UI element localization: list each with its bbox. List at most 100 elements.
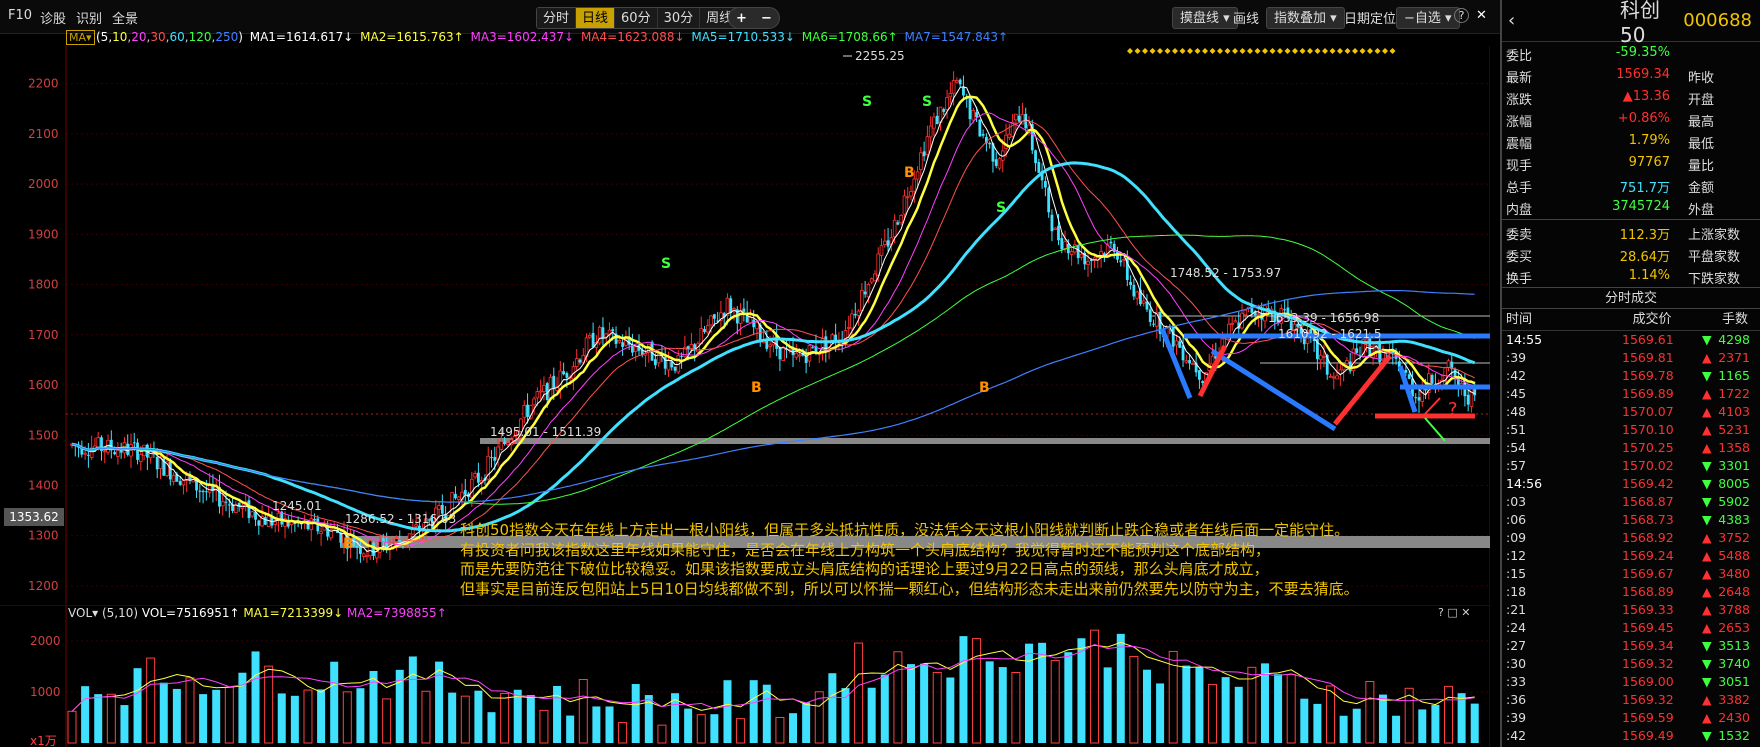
tick-row: :48 1570.07 ▲ 4103 (1502, 403, 1760, 421)
vol-ma2-value: MA2=7398855↑ (347, 606, 447, 620)
quote-row: 最新 1569.34 昨收 (1502, 64, 1760, 86)
tick-direction: ▲ (1702, 602, 1712, 617)
ma-indicator-dropdown[interactable]: MA▾ (66, 30, 95, 45)
ma3-value: MA3=1602.437↓ (470, 30, 575, 44)
draw-line-button[interactable]: 画线 (1233, 8, 1259, 27)
buy-signal-marker: B (979, 380, 990, 396)
quote-panel: ‹ 科创50 000688 委比 -59.35% 最新 1569.34 昨收 涨跌 ▲13.… (1500, 0, 1760, 747)
tick-row: :39 1569.81 ▲ 2371 (1502, 349, 1760, 367)
ma6-value: MA6=1708.66↑ (801, 30, 898, 44)
tick-direction: ▼ (1702, 458, 1712, 473)
tick-price: 1569.00 (1622, 674, 1674, 689)
tick-trades-list[interactable]: 14:55 1569.61 ▼ 4298:39 1569.81 ▲ 2371:42 1569.… (1502, 331, 1760, 745)
tick-row: :18 1568.89 ▲ 2648 (1502, 583, 1760, 601)
tick-volume: 2648 (1718, 584, 1750, 599)
period-60min-tab[interactable]: 60分 (615, 8, 658, 28)
quote-label: 涨幅 (1506, 115, 1533, 130)
tick-price: 1569.45 (1622, 620, 1674, 635)
vol-params: (5,10) (101, 606, 139, 620)
tick-direction: ▲ (1702, 566, 1712, 581)
quote-label-2: 平盘家数 (1688, 250, 1741, 265)
tick-time: :39 (1506, 350, 1527, 365)
tick-direction: ▼ (1702, 674, 1712, 689)
tick-row: :27 1569.34 ▼ 3513 (1502, 637, 1760, 655)
tick-volume: 1358 (1718, 440, 1750, 455)
tick-trades-title: 分时成交 (1502, 287, 1760, 309)
tick-time: :03 (1506, 494, 1527, 509)
price-axis-tick: 1300 (28, 529, 59, 543)
quote-label: 委买 (1506, 250, 1533, 265)
tick-direction: ▲ (1702, 440, 1712, 455)
period-30min-tab[interactable]: 30分 (657, 8, 701, 28)
buy-signal-marker: B (343, 536, 354, 552)
tick-time: :06 (1506, 512, 1527, 527)
quote-label-2: 上涨家数 (1688, 228, 1741, 243)
zoom-in-button[interactable]: + (736, 11, 747, 26)
tick-row: 14:56 1569.42 ▼ 8005 (1502, 475, 1760, 493)
security-name: 科创50 (1620, 0, 1660, 47)
tick-row: :36 1569.32 ▲ 3382 (1502, 691, 1760, 709)
tick-volume: 3382 (1718, 692, 1750, 707)
price-axis-tick: 1800 (28, 278, 59, 292)
tick-price: 1568.92 (1622, 530, 1674, 545)
tick-time: :18 (1506, 584, 1527, 599)
tick-row: :03 1568.87 ▼ 5902 (1502, 493, 1760, 511)
quote-label: 现手 (1506, 159, 1533, 174)
tick-price: 1570.02 (1622, 458, 1674, 473)
tick-volume: 5902 (1718, 494, 1750, 509)
quote-value: +0.86% (1617, 111, 1670, 126)
ma4-value: MA4=1623.088↓ (580, 30, 685, 44)
quote-value: -59.35% (1615, 45, 1670, 60)
tick-time: :09 (1506, 530, 1527, 545)
tick-row: :12 1569.24 ▲ 5488 (1502, 547, 1760, 565)
tick-time: :21 (1506, 602, 1527, 617)
f10-button[interactable]: F10 (8, 8, 32, 23)
index-overlay-dropdown[interactable]: 指数叠加 ▾ (1266, 7, 1345, 29)
tick-volume: 3513 (1718, 638, 1750, 653)
self-select-dropdown[interactable]: −自选 ▾ (1396, 7, 1460, 29)
period-intraday-tab[interactable]: 分时 (537, 8, 577, 28)
tick-direction: ▼ (1702, 494, 1712, 509)
tick-volume: 3301 (1718, 458, 1750, 473)
cursor-price-tag: 1353.62 (4, 508, 64, 526)
help-icon[interactable]: ? (1454, 8, 1469, 23)
tick-direction: ▲ (1702, 620, 1712, 635)
vol-indicator-dropdown[interactable]: VOL▾ (68, 606, 98, 620)
volume-chart[interactable]: 2000 1000 x1万 (0, 605, 1490, 747)
identify-button[interactable]: 识别 (76, 8, 102, 27)
quote-label: 委比 (1506, 49, 1533, 64)
period-daily-tab[interactable]: 日线 (576, 8, 616, 28)
tick-volume: 4103 (1718, 404, 1750, 419)
vol-unit: x1万 (30, 734, 57, 747)
quote-fields-2: 委卖 112.3万 上涨家数 委买 28.64万 平盘家数 换手 1.14% 下跌家数 (1502, 221, 1760, 287)
quote-label-2: 昨收 (1688, 71, 1715, 86)
tick-time: :54 (1506, 440, 1527, 455)
tick-volume: 5231 (1718, 422, 1750, 437)
tick-price: 1569.89 (1622, 386, 1674, 401)
tick-direction: ▲ (1702, 530, 1712, 545)
tick-direction: ▼ (1702, 368, 1712, 383)
tick-row: :06 1568.73 ▼ 4383 (1502, 511, 1760, 529)
vol-ma1-value: MA1=7213399↓ (243, 606, 344, 620)
panorama-button[interactable]: 全景 (112, 8, 138, 27)
date-locate-button[interactable]: 日期定位 (1344, 8, 1396, 27)
quote-header: ‹ 科创50 000688 (1502, 0, 1760, 47)
tick-volume: 1532 (1718, 728, 1750, 743)
diagnose-button[interactable]: 诊股 (40, 8, 66, 27)
col-volume: 手数 (1721, 312, 1748, 327)
close-icon[interactable]: ✕ (1476, 8, 1487, 23)
quote-label: 内盘 (1506, 203, 1533, 218)
ma-params: (5,10,20,30,60,120,250) (96, 30, 243, 44)
quote-value: 97767 (1628, 155, 1670, 170)
candle-type-dropdown[interactable]: 摸盘线 ▾ (1172, 7, 1238, 29)
quote-row: 涨跌 ▲13.36 开盘 (1502, 86, 1760, 108)
tick-time: :24 (1506, 620, 1527, 635)
back-arrow-icon[interactable]: ‹ (1508, 10, 1515, 31)
tick-direction: ▼ (1702, 512, 1712, 527)
vol-window-buttons[interactable]: ? □ ✕ (1438, 606, 1470, 619)
tick-volume: 2371 (1718, 350, 1750, 365)
tick-price: 1569.34 (1622, 638, 1674, 653)
high-label: 2255.25 (855, 49, 905, 63)
zoom-out-button[interactable]: − (761, 11, 772, 26)
tick-price: 1569.49 (1622, 728, 1674, 743)
